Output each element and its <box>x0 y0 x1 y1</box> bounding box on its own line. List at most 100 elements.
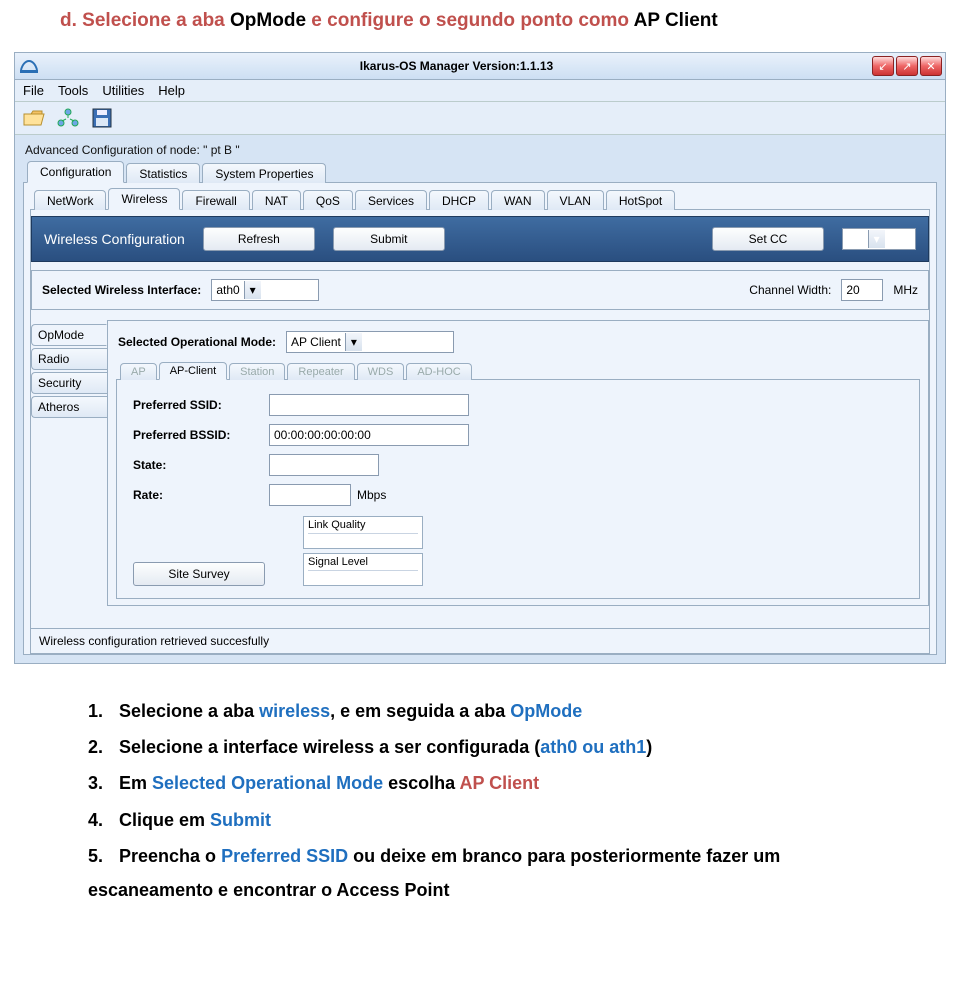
site-survey-button[interactable]: Site Survey <box>133 562 265 586</box>
setcc-button[interactable]: Set CC <box>712 227 824 251</box>
rate-label: Rate: <box>133 488 263 502</box>
tab-vlan[interactable]: VLAN <box>547 190 604 210</box>
chevron-down-icon: ▾ <box>345 333 362 351</box>
window-title: Ikarus-OS Manager Version:1.1.13 <box>41 59 872 73</box>
side-tab-security[interactable]: Security <box>31 372 107 394</box>
toolbar <box>15 102 945 135</box>
rate-input <box>269 484 351 506</box>
selected-interface-label: Selected Wireless Interface: <box>42 283 201 297</box>
side-tab-atheros[interactable]: Atheros <box>31 396 107 418</box>
inner-tab-ap[interactable]: AP <box>120 363 157 380</box>
save-disk-icon[interactable] <box>89 106 115 130</box>
instruction-opmode: OpMode <box>230 10 306 31</box>
inner-tab-station[interactable]: Station <box>229 363 285 380</box>
refresh-button[interactable]: Refresh <box>203 227 315 251</box>
link-quality-label: Link Quality <box>308 519 365 531</box>
tab-dhcp[interactable]: DHCP <box>429 190 489 210</box>
pref-ssid-label: Preferred SSID: <box>133 398 263 412</box>
l5a: Preencha o <box>119 846 221 866</box>
l3b: Selected Operational Mode <box>152 773 383 793</box>
l2a: Selecione a interface wireless a ser con… <box>119 737 540 757</box>
sub-tab-panel: Wireless Configuration Refresh Submit Se… <box>30 209 930 654</box>
interface-row: Selected Wireless Interface: ath0 ▾ Chan… <box>32 271 928 309</box>
tab-hotspot[interactable]: HotSpot <box>606 190 675 210</box>
tab-network[interactable]: NetWork <box>34 190 106 210</box>
l2c: ) <box>646 737 652 757</box>
app-window: Ikarus-OS Manager Version:1.1.13 ↙ ↗ ✕ F… <box>14 52 946 664</box>
signal-level-box: Signal Level <box>303 553 423 586</box>
country-code-combo[interactable]: US ▾ <box>842 228 916 250</box>
instruction-apclient: AP Client <box>634 10 718 31</box>
opmode-value: AP Client <box>291 335 341 349</box>
pref-bssid-label: Preferred BSSID: <box>133 428 263 442</box>
menu-utilities[interactable]: Utilities <box>102 83 144 98</box>
tab-system-properties[interactable]: System Properties <box>202 163 326 183</box>
l4b: Submit <box>210 810 271 830</box>
pref-ssid-input[interactable] <box>269 394 469 416</box>
open-folder-icon[interactable] <box>21 106 47 130</box>
opmode-combo[interactable]: AP Client ▾ <box>286 331 454 353</box>
submit-button[interactable]: Submit <box>333 227 445 251</box>
tabstrip-sub: NetWork Wireless Firewall NAT QoS Servic… <box>30 187 930 209</box>
tab-services[interactable]: Services <box>355 190 427 210</box>
pref-bssid-input[interactable] <box>269 424 469 446</box>
rate-unit: Mbps <box>357 488 386 502</box>
side-tabs: OpMode Radio Security Atheros <box>31 324 107 606</box>
l4a: Clique em <box>119 810 210 830</box>
tab-wireless[interactable]: Wireless <box>108 188 180 210</box>
state-label: State: <box>133 458 263 472</box>
side-tab-radio[interactable]: Radio <box>31 348 107 370</box>
side-tab-opmode[interactable]: OpMode <box>31 324 107 346</box>
window-buttons: ↙ ↗ ✕ <box>872 56 942 76</box>
title-bar: Ikarus-OS Manager Version:1.1.13 ↙ ↗ ✕ <box>15 53 945 80</box>
status-bar: Wireless configuration retrieved succesf… <box>31 628 929 653</box>
menu-bar: File Tools Utilities Help <box>15 80 945 102</box>
tab-nat[interactable]: NAT <box>252 190 301 210</box>
app-logo-icon <box>19 56 39 76</box>
channel-width-unit: MHz <box>893 283 918 297</box>
tab-qos[interactable]: QoS <box>303 190 353 210</box>
l3d: AP Client <box>459 773 539 793</box>
tab-wan[interactable]: WAN <box>491 190 545 210</box>
minimize-button[interactable]: ↙ <box>872 56 894 76</box>
inner-tab-wds[interactable]: WDS <box>357 363 405 380</box>
tab-statistics[interactable]: Statistics <box>126 163 200 183</box>
tabstrip-top: Configuration Statistics System Properti… <box>23 160 937 182</box>
l1c: , e em seguida a aba <box>330 701 510 721</box>
l3c: escolha <box>383 773 459 793</box>
instruction-prefix: d. <box>60 10 77 31</box>
inner-tab-adhoc[interactable]: AD-HOC <box>406 363 471 380</box>
menu-tools[interactable]: Tools <box>58 83 88 98</box>
l1a: Selecione a aba <box>119 701 259 721</box>
interface-value: ath0 <box>216 283 239 297</box>
instruction-text-1: Selecione a aba <box>82 10 230 31</box>
tab-configuration[interactable]: Configuration <box>27 161 124 183</box>
top-tab-panel: NetWork Wireless Firewall NAT QoS Servic… <box>23 182 937 655</box>
tab-firewall[interactable]: Firewall <box>182 190 249 210</box>
config-area: Advanced Configuration of node: " pt B "… <box>15 135 945 663</box>
inner-tab-apclient[interactable]: AP-Client <box>159 362 227 380</box>
chevron-down-icon: ▾ <box>244 281 261 299</box>
selected-opmode-label: Selected Operational Mode: <box>118 335 276 349</box>
doc-instruction-heading: d. Selecione a aba OpMode e configure o … <box>0 0 960 52</box>
inner-tab-repeater[interactable]: Repeater <box>287 363 354 380</box>
link-quality-box: Link Quality <box>303 516 423 549</box>
close-button[interactable]: ✕ <box>920 56 942 76</box>
menu-file[interactable]: File <box>23 83 44 98</box>
inner-tab-panel: Preferred SSID: Preferred BSSID: State: <box>116 379 920 599</box>
inner-tabstrip: AP AP-Client Station Repeater WDS AD-HOC <box>116 361 920 379</box>
channel-width-label: Channel Width: <box>749 283 831 297</box>
network-icon[interactable] <box>55 106 81 130</box>
menu-help[interactable]: Help <box>158 83 185 98</box>
channel-width-input[interactable] <box>841 279 883 301</box>
advanced-config-label: Advanced Configuration of node: " pt B " <box>23 141 937 160</box>
section-title: Wireless Configuration <box>44 231 185 247</box>
instruction-list: 1. Selecione a aba wireless, e em seguid… <box>0 664 960 919</box>
maximize-button[interactable]: ↗ <box>896 56 918 76</box>
l2b: ath0 ou ath1 <box>540 737 646 757</box>
instruction-text-2: e configure o segundo ponto como <box>306 10 634 31</box>
l1b: wireless <box>259 701 330 721</box>
interface-combo[interactable]: ath0 ▾ <box>211 279 319 301</box>
country-code-value: US <box>847 232 864 246</box>
l1d: OpMode <box>510 701 582 721</box>
